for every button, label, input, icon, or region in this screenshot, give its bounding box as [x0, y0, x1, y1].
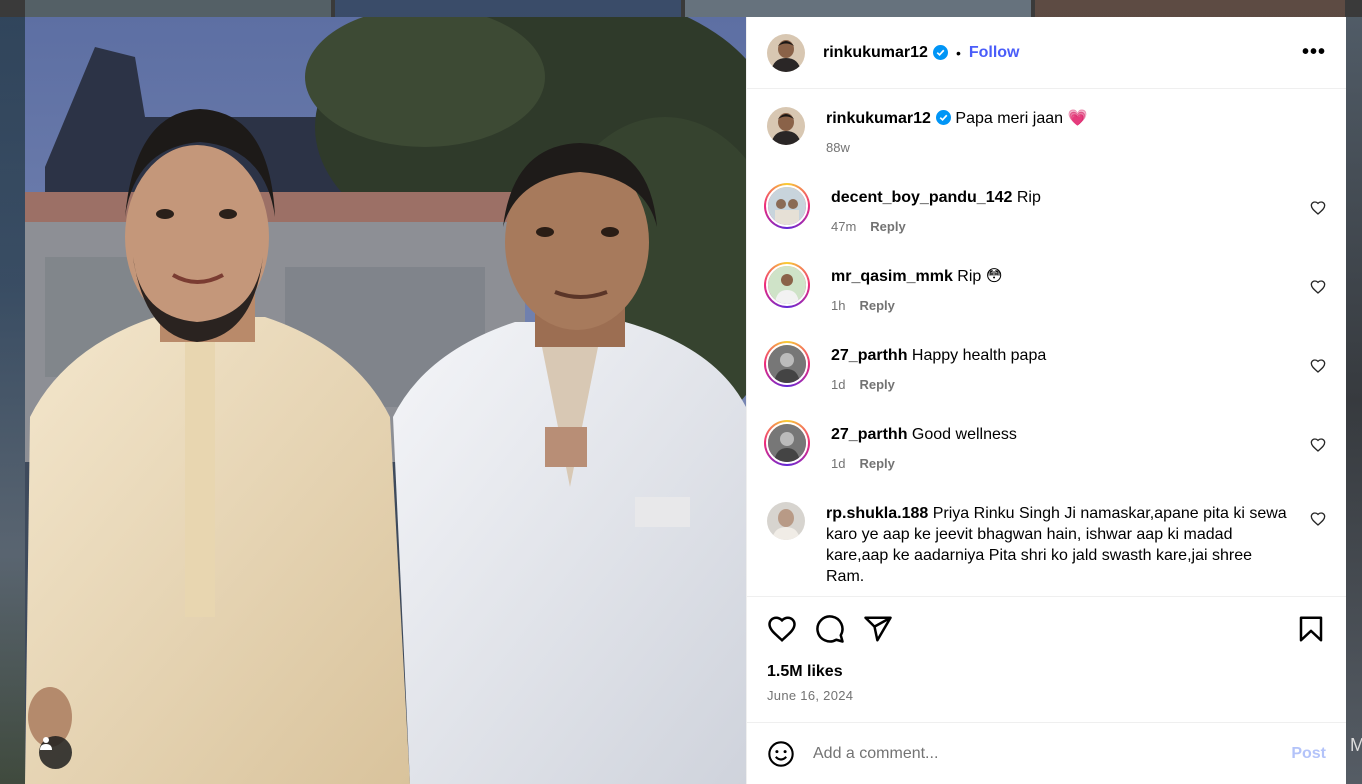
comment-username[interactable]: rp.shukla.188 [826, 505, 928, 522]
share-icon[interactable] [863, 614, 893, 644]
comment-username[interactable]: mr_qasim_mmk [831, 268, 953, 285]
post-header: rinkukumar12 • Follow ••• [747, 17, 1346, 89]
author-avatar[interactable] [767, 33, 805, 72]
feed-thumbnail [685, 0, 1031, 17]
commenter-avatar[interactable] [767, 502, 805, 540]
post-date: June 16, 2024 [767, 688, 854, 703]
separator-dot: • [955, 44, 961, 61]
post-button[interactable]: Post [1291, 745, 1326, 763]
tagged-people-button[interactable] [39, 736, 72, 769]
reply-button[interactable]: Reply [859, 298, 894, 313]
post-actions: 1.5M likes June 16, 2024 [747, 596, 1346, 722]
post-caption: rinkukumar12 Papa meri jaan 💗 88w [767, 107, 1326, 186]
comment-like-icon[interactable] [1310, 437, 1326, 453]
comment-text: Rip [1016, 189, 1041, 206]
comment-item: 27_parthh Good wellness 1d Reply [764, 420, 1326, 502]
comment-item: rp.shukla.188 Priya Rinku Singh Ji namas… [767, 502, 1326, 596]
reply-button[interactable]: Reply [859, 377, 894, 392]
comment-like-icon[interactable] [1310, 358, 1326, 374]
comment-like-icon[interactable] [1310, 279, 1326, 295]
post-modal: rinkukumar12 • Follow ••• rinkukumar12 P… [25, 17, 1346, 784]
person-tag-icon [40, 737, 52, 750]
verified-badge-icon [935, 110, 951, 125]
caption-emoji: 💗 [1067, 110, 1088, 127]
comments-list[interactable]: rinkukumar12 Papa meri jaan 💗 88w decent… [747, 89, 1346, 596]
add-comment-bar: Post [747, 722, 1346, 784]
caption-text: Papa meri jaan [955, 110, 1064, 127]
feed-edge-text: M [1350, 735, 1362, 755]
comment-item: 27_parthh Happy health papa 1d Reply [764, 341, 1326, 423]
commenter-avatar[interactable] [764, 262, 810, 308]
comment-username[interactable]: 27_parthh [831, 426, 907, 443]
feed-thumbnail [0, 17, 25, 784]
photo-illustration [25, 17, 746, 784]
comment-age: 1h [831, 298, 846, 313]
comment-item: mr_qasim_mmk Rip 😳 1h Reply [764, 262, 1326, 344]
emoji-icon[interactable] [767, 740, 795, 768]
caption-username[interactable]: rinkukumar12 [826, 110, 931, 127]
post-photo [25, 17, 746, 784]
comment-text: Happy health papa [911, 347, 1047, 364]
like-icon[interactable] [767, 614, 797, 644]
comment-text: Good wellness [911, 426, 1017, 443]
comment-text: Rip 😳 [957, 268, 1003, 285]
likes-count[interactable]: 1.5M likes [767, 663, 1326, 681]
feed-thumbnail [1346, 17, 1362, 784]
comment-like-icon[interactable] [1310, 200, 1326, 216]
follow-button[interactable]: Follow [969, 44, 1020, 62]
commenter-avatar[interactable] [764, 420, 810, 466]
comment-age: 47m [831, 219, 857, 234]
more-options-icon[interactable]: ••• [1302, 41, 1326, 64]
comment-username[interactable]: decent_boy_pandu_142 [831, 189, 1012, 206]
comment-age: 1d [831, 377, 846, 392]
verified-badge-icon [932, 45, 948, 60]
author-username[interactable]: rinkukumar12 [823, 44, 928, 62]
caption-age: 88w [826, 140, 850, 155]
feed-thumbnail [25, 0, 331, 17]
comment-username[interactable]: 27_parthh [831, 347, 907, 364]
reply-button[interactable]: Reply [859, 456, 894, 471]
feed-thumbnail [335, 0, 681, 17]
comment-like-icon[interactable] [1310, 511, 1326, 527]
comment-input[interactable] [813, 744, 1292, 763]
post-side-panel: rinkukumar12 • Follow ••• rinkukumar12 P… [746, 17, 1346, 784]
comment-item: decent_boy_pandu_142 Rip 47m Reply [764, 183, 1326, 265]
comment-age: 1d [831, 456, 846, 471]
reply-button[interactable]: Reply [870, 219, 905, 234]
feed-thumbnail [1035, 0, 1345, 17]
commenter-avatar[interactable] [764, 183, 810, 229]
comment-icon[interactable] [815, 614, 845, 644]
bookmark-icon[interactable] [1296, 614, 1326, 644]
commenter-avatar[interactable] [764, 341, 810, 387]
author-avatar[interactable] [767, 107, 805, 145]
